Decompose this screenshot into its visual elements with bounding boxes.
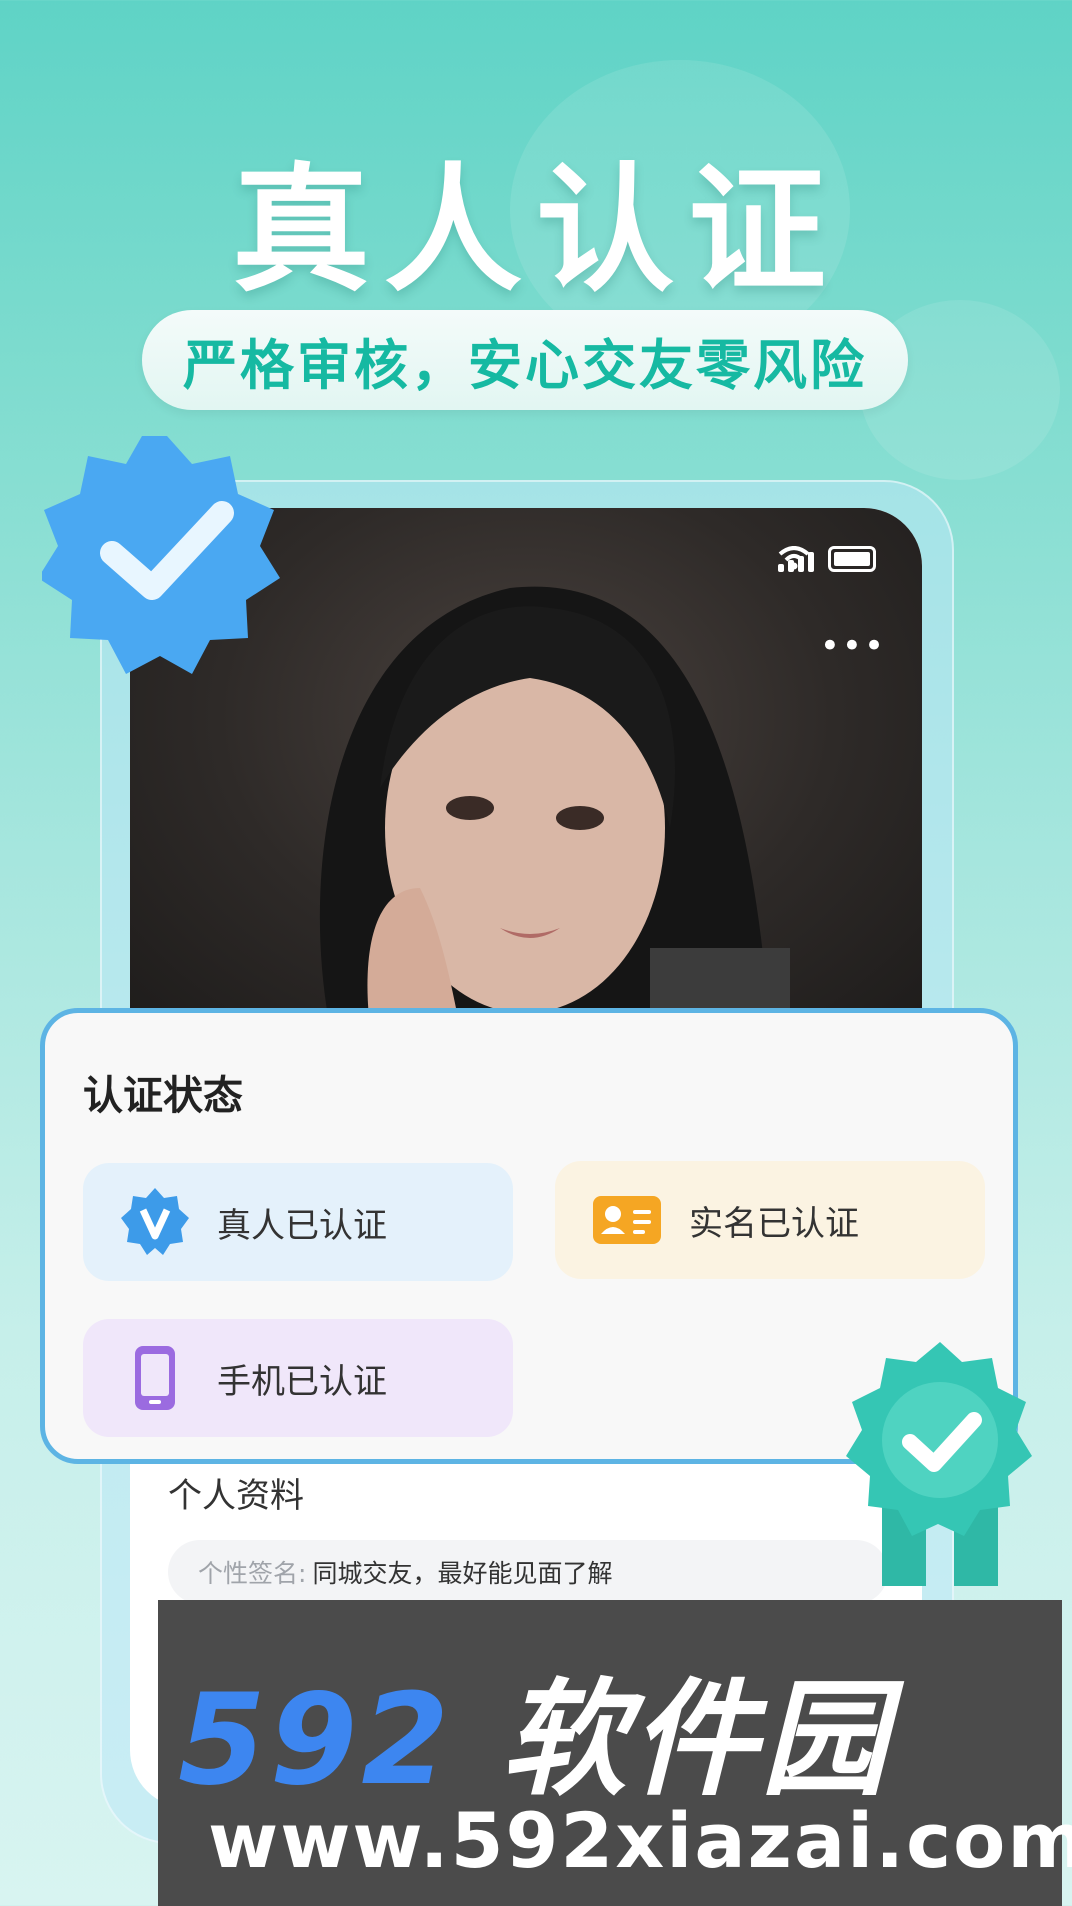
more-options-button[interactable]: ••• [820, 626, 886, 666]
profile-section-title: 个人资料 [168, 1476, 304, 1516]
signature-label: 个性签名: [198, 1559, 307, 1588]
watermark-brand-number: 592 [178, 1666, 454, 1813]
real-name-verified-label: 实名已认证 [689, 1203, 859, 1244]
real-person-verified-label: 真人已认证 [217, 1205, 387, 1246]
status-card-title: 认证状态 [83, 1073, 243, 1119]
signature-field: 个性签名: 同城交友，最好能见面了解 [168, 1540, 888, 1604]
hero-title: 真人认证 [231, 150, 840, 311]
phone-verified-label: 手机已认证 [217, 1361, 387, 1402]
wifi-icon [778, 546, 810, 570]
phone-verified-chip[interactable]: 手机已认证 [83, 1319, 513, 1437]
teal-check-ribbon-badge-icon [820, 1336, 1060, 1600]
signature-value: 同城交友，最好能见面了解 [312, 1559, 613, 1588]
watermark-brand-name: 软件园 [500, 1666, 891, 1813]
status-bar [778, 546, 876, 572]
battery-icon [828, 546, 876, 572]
phone-icon [119, 1342, 191, 1414]
real-person-verified-chip[interactable]: 真人已认证 [83, 1163, 513, 1281]
hero-subtitle: 严格审核，安心交友零风险 [142, 310, 908, 410]
real-name-verified-chip[interactable]: 实名已认证 [555, 1161, 985, 1279]
verified-v-badge-icon [119, 1186, 191, 1258]
watermark-url: www.592xiazai.com [208, 1796, 1072, 1885]
id-card-icon [591, 1184, 663, 1256]
watermark-brand: 592 软件园 [178, 1638, 891, 1820]
blue-check-badge-icon [38, 428, 292, 682]
watermark-banner: 592 软件园 www.592xiazai.com [158, 1600, 1072, 1906]
